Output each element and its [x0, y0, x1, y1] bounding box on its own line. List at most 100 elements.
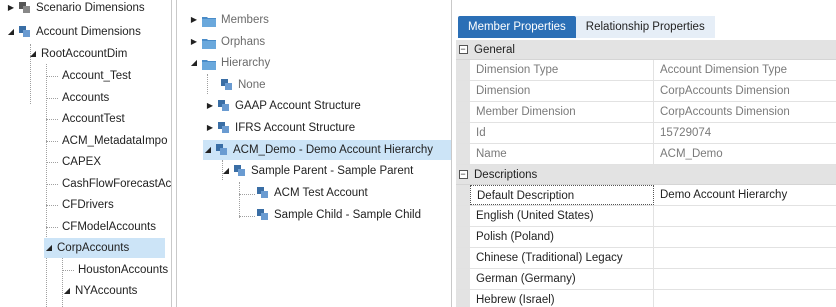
tree-node-none[interactable]: None	[221, 75, 266, 95]
expand-caret-icon[interactable]: ▶	[189, 10, 199, 30]
dimension-icon	[234, 165, 246, 177]
folder-icon	[202, 36, 216, 49]
property-name: Default Description	[470, 185, 654, 205]
property-row[interactable]: Dimension CorpAccounts Dimension	[456, 81, 836, 102]
tree-node-acm-demo[interactable]: ◢ ACM_Demo - Demo Account Hierarchy	[203, 140, 451, 160]
expand-caret-icon[interactable]: ▶	[205, 118, 215, 138]
tree-guide-line	[239, 182, 240, 218]
tree-node-label: Account_Test	[62, 70, 132, 82]
property-value[interactable]	[654, 227, 836, 247]
tree-node-account[interactable]: CAPEX	[62, 152, 101, 172]
tree-node-ifrs[interactable]: ▶ IFRS Account Structure	[205, 118, 355, 138]
tree-node-label: RootAccountDim	[41, 48, 128, 60]
tree-node-orphans[interactable]: ▶ Orphans	[189, 32, 265, 52]
tree-node-label: IFRS Account Structure	[235, 122, 356, 134]
tree-node-label: HoustonAccounts	[78, 264, 169, 276]
property-value[interactable]	[654, 206, 836, 226]
property-name: Polish (Poland)	[470, 227, 654, 247]
collapse-box-icon[interactable]: −	[458, 170, 468, 179]
property-row[interactable]: Name ACM_Demo	[456, 144, 836, 165]
dimension-icon	[257, 209, 269, 221]
tree-node-label: CFModelAccounts	[62, 221, 156, 233]
property-row[interactable]: Default Description Demo Account Hierarc…	[456, 185, 836, 206]
folder-icon	[202, 57, 216, 70]
tree-node-hierarchy[interactable]: ◢ Hierarchy	[189, 53, 270, 73]
expand-caret-icon[interactable]: ▶	[6, 0, 16, 18]
property-row[interactable]: Id 15729074	[456, 123, 836, 144]
tree-node-label: ACM_Demo - Demo Account Hierarchy	[233, 144, 434, 156]
tree-guide-line	[239, 216, 255, 217]
property-value[interactable]	[654, 248, 836, 268]
tree-guide-line	[46, 98, 58, 99]
tree-node-account[interactable]: AccountTest	[62, 109, 125, 129]
tree-node-label: Scenario Dimensions	[36, 2, 145, 14]
dimension-icon	[257, 187, 269, 199]
property-name: Dimension	[470, 81, 654, 101]
collapse-caret-icon[interactable]: ◢	[203, 140, 213, 160]
tree-node-account[interactable]: Account_Test	[62, 66, 131, 86]
property-name: German (Germany)	[470, 269, 654, 289]
expand-caret-icon[interactable]: ▶	[205, 96, 215, 116]
property-name: Member Dimension	[470, 102, 654, 122]
tree-node-account[interactable]: CFDrivers	[62, 195, 114, 215]
dimension-icon	[216, 144, 228, 156]
tree-node-label: None	[238, 79, 266, 91]
dimension-icon	[221, 79, 233, 91]
category-label: Descriptions	[474, 168, 538, 181]
tree-node-label: Sample Child - Sample Child	[274, 209, 422, 221]
tree-guide-line	[46, 76, 58, 77]
property-row[interactable]: Hebrew (Israel)	[456, 290, 836, 307]
expand-caret-icon[interactable]: ▶	[189, 32, 199, 52]
tree-node-account[interactable]: CashFlowForecastAc	[62, 174, 171, 194]
tree-node-corp-accounts[interactable]: ◢ CorpAccounts	[44, 238, 165, 258]
tree-node-sample-parent[interactable]: ◢ Sample Parent - Sample Parent	[221, 161, 413, 181]
tab-member-properties[interactable]: Member Properties	[458, 16, 576, 38]
collapse-caret-icon[interactable]: ◢	[6, 22, 16, 42]
tree-node-account[interactable]: CFModelAccounts	[62, 217, 156, 237]
tree-node-ny-accounts[interactable]: ◢ NYAccounts	[62, 281, 138, 301]
tree-node-label: NYAccounts	[75, 285, 138, 297]
property-value: Account Dimension Type	[660, 64, 787, 76]
tree-guide-line	[46, 184, 58, 185]
property-row[interactable]: Polish (Poland)	[456, 227, 836, 248]
tree-guide-line	[62, 270, 74, 271]
tree-node-scenario-dimensions[interactable]: ▶ Scenario Dimensions	[6, 0, 145, 16]
property-row[interactable]: Chinese (Traditional) Legacy	[456, 248, 836, 269]
tree-node-account-dimensions[interactable]: ◢ Account Dimensions	[6, 22, 141, 42]
property-name: English (United States)	[470, 206, 654, 226]
tree-node-account[interactable]: Accounts	[62, 88, 109, 108]
tree-node-root-account-dim[interactable]: ◢ RootAccountDim	[28, 44, 127, 64]
hierarchy-tree-pane: ▶ Members ▶ Orphans ◢ Hierarchy None ▶ G…	[176, 0, 452, 307]
collapse-caret-icon[interactable]: ◢	[28, 44, 38, 64]
property-row[interactable]: Member Dimension CorpAccounts Dimension	[456, 102, 836, 123]
property-value[interactable]: Demo Account Hierarchy	[654, 185, 836, 205]
collapse-box-icon[interactable]: −	[458, 45, 468, 54]
property-grid: − General Dimension Type Account Dimensi…	[456, 40, 836, 307]
property-value[interactable]	[654, 269, 836, 289]
tree-node-label: CAPEX	[62, 156, 101, 168]
collapse-caret-icon[interactable]: ◢	[62, 281, 72, 301]
tab-relationship-properties[interactable]: Relationship Properties	[575, 16, 715, 38]
tree-guide-line	[46, 64, 47, 307]
tree-node-members[interactable]: ▶ Members	[189, 10, 269, 30]
dimension-icon	[19, 26, 31, 38]
property-value: 15729074	[660, 127, 712, 139]
tree-node-sample-child[interactable]: Sample Child - Sample Child	[257, 205, 421, 225]
collapse-caret-icon[interactable]: ◢	[44, 238, 54, 258]
property-row[interactable]: German (Germany)	[456, 269, 836, 290]
property-value: CorpAccounts Dimension	[660, 106, 790, 118]
tree-node-label: Account Dimensions	[36, 26, 141, 38]
property-row[interactable]: Dimension Type Account Dimension Type	[456, 60, 836, 81]
tree-node-acm-test[interactable]: ACM Test Account	[257, 183, 368, 203]
collapse-caret-icon[interactable]: ◢	[189, 53, 199, 73]
property-row[interactable]: English (United States)	[456, 206, 836, 227]
tree-node-account[interactable]: ACM_MetadataImpo	[62, 131, 167, 151]
tree-node-gaap[interactable]: ▶ GAAP Account Structure	[205, 96, 361, 116]
property-value[interactable]	[654, 290, 836, 307]
category-descriptions[interactable]: − Descriptions	[456, 165, 836, 185]
dimension-icon	[19, 2, 31, 14]
category-general[interactable]: − General	[456, 40, 836, 60]
properties-tabs: Member Properties Relationship Propertie…	[458, 16, 715, 38]
tree-node-account[interactable]: HoustonAccounts	[78, 260, 168, 280]
collapse-caret-icon[interactable]: ◢	[221, 161, 231, 181]
